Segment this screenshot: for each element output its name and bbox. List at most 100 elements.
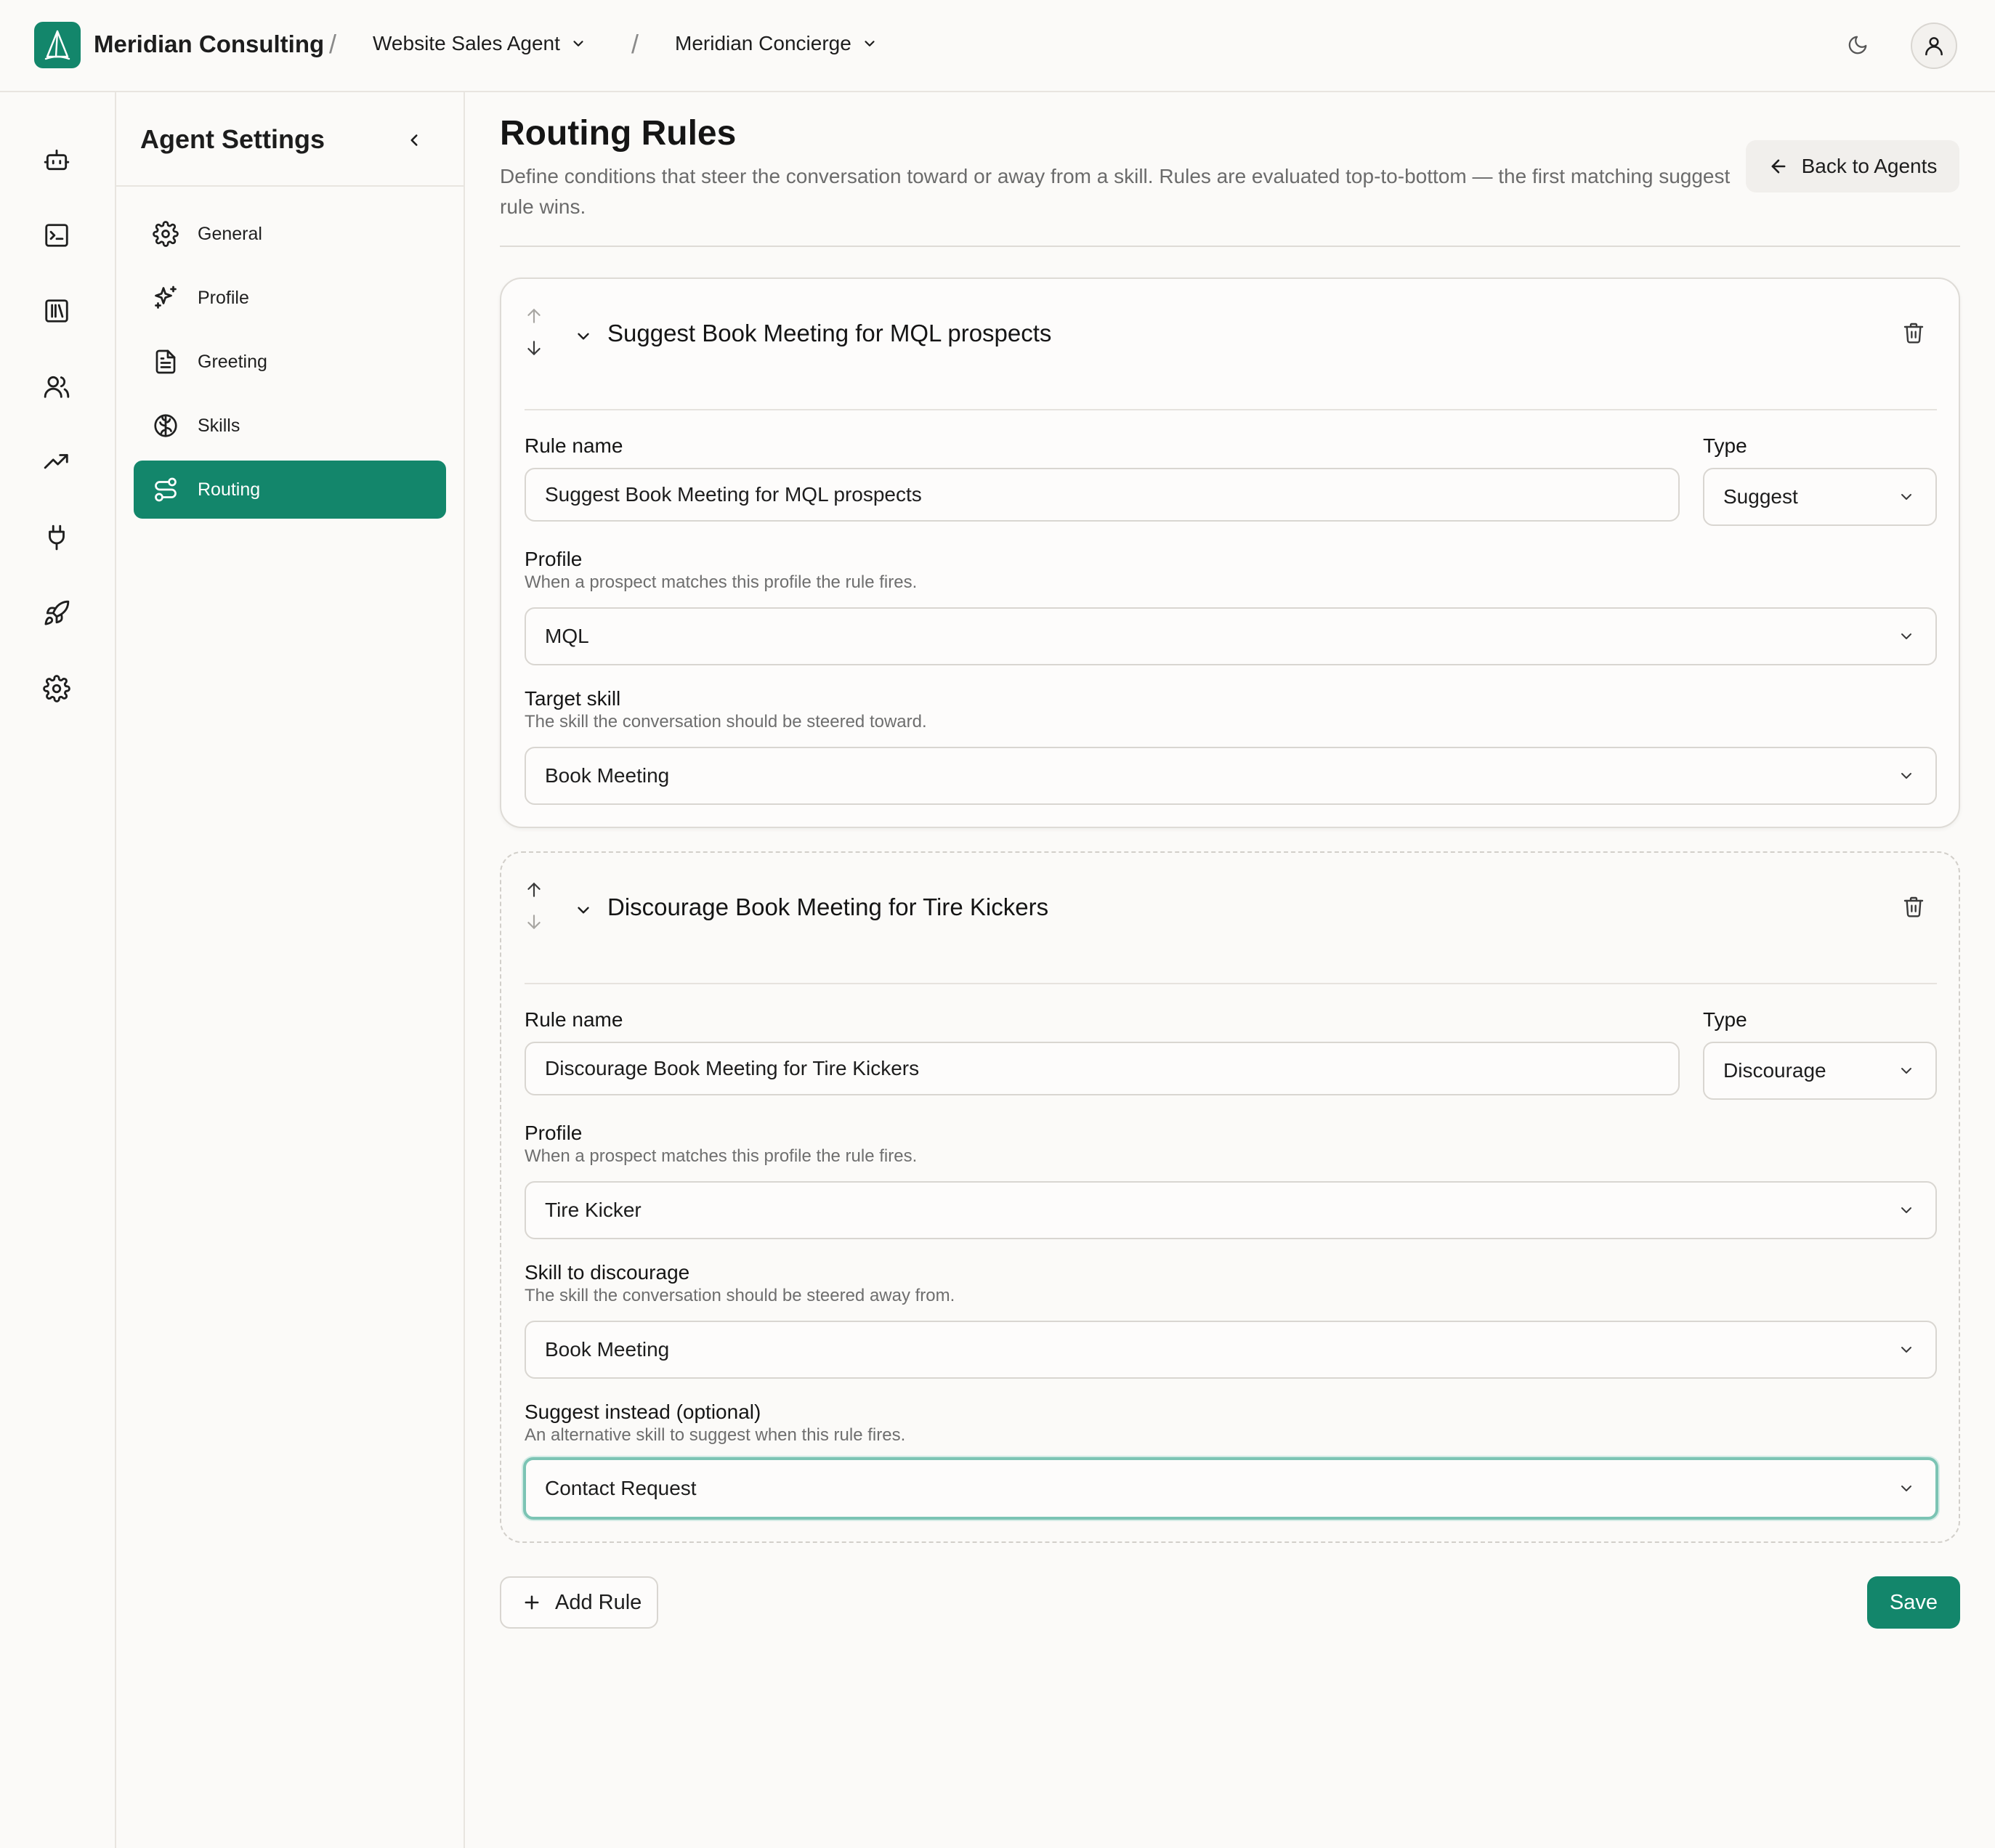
profile-value: MQL: [545, 625, 589, 647]
profile-label: Profile: [525, 548, 583, 570]
integrations-nav[interactable]: [38, 519, 76, 556]
profile-label: Profile: [525, 1122, 583, 1144]
bot-icon: [44, 149, 70, 171]
back-button-label: Back to Agents: [1801, 155, 1938, 177]
profile-value: Tire Kicker: [545, 1199, 642, 1221]
skill-to-discourage-hint: The skill the conversation should be ste…: [525, 1286, 955, 1305]
target-skill-value: Book Meeting: [545, 764, 670, 787]
profile-hint: When a prospect matches this profile the…: [525, 572, 918, 592]
sidebar-item-label: General: [198, 224, 262, 244]
library-nav[interactable]: [38, 292, 76, 330]
target-skill-select[interactable]: Book Meeting: [525, 747, 1937, 805]
page-title: Routing Rules: [500, 114, 737, 153]
sidebar-item-label: Profile: [198, 288, 249, 308]
chevron-down-icon: [865, 41, 875, 46]
chevron-down-icon: [1901, 494, 1911, 500]
plug-icon: [49, 524, 65, 551]
sidebar-item-profile[interactable]: Profile: [134, 269, 446, 327]
chevron-down-icon: [1901, 1347, 1911, 1353]
move-up-icon[interactable]: [525, 880, 543, 899]
chevron-down-icon[interactable]: [574, 901, 593, 920]
brand-logo-icon[interactable]: [34, 22, 81, 68]
arrow-left-icon: [1771, 159, 1786, 174]
terminal-icon: [45, 224, 68, 247]
suggest-instead-value: Contact Request: [545, 1477, 697, 1499]
type-value: Discourage: [1723, 1059, 1826, 1082]
icon-rail: [0, 92, 116, 1848]
agents-nav[interactable]: [38, 141, 76, 179]
settings-sidebar: Agent Settings General Profile Greeting …: [116, 92, 465, 1848]
brain-icon: [151, 411, 180, 440]
chevron-down-icon: [1901, 773, 1911, 779]
rule-name-label: Rule name: [525, 434, 623, 457]
profile-hint: When a prospect matches this profile the…: [525, 1146, 918, 1166]
dark-mode-toggle[interactable]: [1843, 31, 1872, 60]
save-label: Save: [1889, 1590, 1938, 1614]
sidebar-header: Agent Settings: [116, 92, 464, 187]
type-label: Type: [1703, 1008, 1747, 1031]
rule-name-input[interactable]: Suggest Book Meeting for MQL prospects: [525, 468, 1680, 522]
trash-icon[interactable]: [1902, 321, 1925, 344]
type-select[interactable]: Suggest: [1703, 468, 1937, 526]
analytics-nav[interactable]: [38, 443, 76, 481]
concierge-selector[interactable]: Meridian Concierge: [675, 32, 878, 55]
agent-selector[interactable]: Website Sales Agent: [373, 32, 586, 55]
sidebar-item-general[interactable]: General: [134, 205, 446, 263]
sidebar-item-routing[interactable]: Routing: [134, 461, 446, 519]
top-bar: Meridian Consulting / Website Sales Agen…: [0, 0, 1995, 92]
rule-title[interactable]: Suggest Book Meeting for MQL prospects: [607, 320, 1051, 347]
user-avatar[interactable]: [1911, 23, 1957, 69]
skill-to-discourage-select[interactable]: Book Meeting: [525, 1321, 1937, 1379]
trending-up-icon: [44, 454, 68, 469]
plus-icon: [525, 1595, 539, 1610]
deploy-nav[interactable]: [38, 594, 76, 632]
move-up-icon[interactable]: [525, 307, 543, 325]
suggest-instead-select[interactable]: Contact Request: [523, 1457, 1938, 1520]
rule-name-input[interactable]: Discourage Book Meeting for Tire Kickers: [525, 1042, 1680, 1095]
suggest-instead-label: Suggest instead (optional): [525, 1401, 761, 1423]
chevron-left-icon: [410, 134, 418, 146]
chevron-down-icon[interactable]: [574, 327, 593, 346]
settings-icon: [43, 675, 70, 702]
settings-nav[interactable]: [38, 670, 76, 708]
sidebar-item-label: Greeting: [198, 352, 267, 372]
skill-to-discourage-value: Book Meeting: [545, 1338, 670, 1361]
type-label: Type: [1703, 434, 1747, 457]
rule-name-value: Discourage Book Meeting for Tire Kickers: [545, 1057, 920, 1079]
rule-name-label: Rule name: [525, 1008, 623, 1031]
sidebar-item-skills[interactable]: Skills: [134, 397, 446, 455]
chevron-down-icon: [1901, 1068, 1911, 1074]
user-icon: [1925, 37, 1943, 56]
contacts-nav[interactable]: [38, 368, 76, 405]
sidebar-item-greeting[interactable]: Greeting: [134, 333, 446, 391]
profile-select[interactable]: Tire Kicker: [525, 1181, 1937, 1239]
chevron-down-icon: [573, 41, 583, 46]
add-rule-label: Add Rule: [555, 1590, 642, 1614]
chevron-down-icon: [1901, 1207, 1911, 1213]
trash-icon[interactable]: [1902, 895, 1925, 918]
chevron-down-icon: [1901, 633, 1911, 639]
sidebar-item-label: Skills: [198, 416, 240, 436]
sidebar-title: Agent Settings: [140, 124, 325, 154]
card-divider: [525, 983, 1937, 984]
rule-name-value: Suggest Book Meeting for MQL prospects: [545, 483, 922, 506]
library-icon: [45, 299, 68, 323]
gear-icon: [151, 219, 180, 248]
back-to-agents-button[interactable]: Back to Agents: [1746, 140, 1959, 192]
sparkles-icon: [151, 283, 180, 312]
type-select[interactable]: Discourage: [1703, 1042, 1937, 1100]
profile-select[interactable]: MQL: [525, 607, 1937, 665]
move-down-icon[interactable]: [525, 912, 543, 931]
rocket-icon: [44, 600, 70, 625]
move-down-icon[interactable]: [525, 339, 543, 357]
add-rule-button[interactable]: Add Rule: [500, 1576, 658, 1629]
collapse-sidebar-button[interactable]: [400, 126, 429, 155]
rule-title[interactable]: Discourage Book Meeting for Tire Kickers: [607, 893, 1048, 921]
console-nav[interactable]: [38, 216, 76, 254]
skill-to-discourage-label: Skill to discourage: [525, 1261, 690, 1284]
target-skill-hint: The skill the conversation should be ste…: [525, 712, 927, 732]
save-button[interactable]: Save: [1867, 1576, 1960, 1629]
brand-name[interactable]: Meridian Consulting: [94, 31, 324, 58]
rule-card: Discourage Book Meeting for Tire Kickers…: [500, 851, 1960, 1543]
page-description: Define conditions that steer the convers…: [500, 165, 1731, 218]
